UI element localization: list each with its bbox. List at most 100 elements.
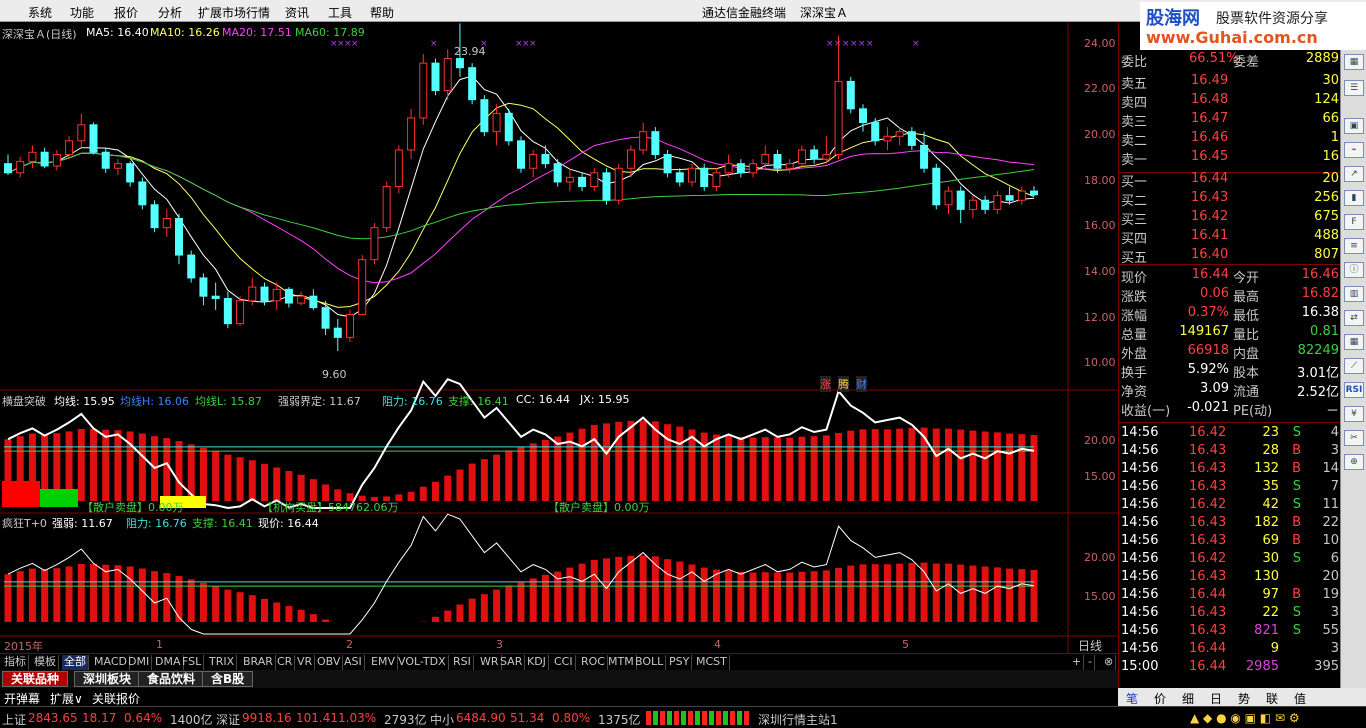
menu-analysis[interactable]: 分析 xyxy=(158,4,182,21)
indicator-tab[interactable]: VR xyxy=(295,655,316,670)
badge-cai[interactable]: 财 xyxy=(856,376,867,392)
rsi-icon[interactable]: RSI xyxy=(1344,382,1364,398)
server-name[interactable]: 深圳行情主站1 xyxy=(758,711,838,728)
candle-body xyxy=(932,167,941,206)
badge-teng[interactable]: 腾 xyxy=(838,376,849,392)
indicator-tab[interactable]: RSI xyxy=(451,655,474,670)
ind2-bar xyxy=(945,563,952,622)
quote-view-tab[interactable]: 细 xyxy=(1182,690,1194,707)
indicator-tab[interactable]: PSY xyxy=(667,655,693,670)
signal-mark: × xyxy=(430,39,438,49)
grid-icon[interactable]: ▦ xyxy=(1344,54,1364,70)
tab-sz-sector[interactable]: 深圳板块 xyxy=(74,671,141,687)
tab-bshare[interactable]: 含B股 xyxy=(202,671,254,687)
indicator-tab[interactable]: DMA xyxy=(153,655,184,670)
zoom-out-button[interactable]: - xyxy=(1086,655,1095,670)
quote-view-tab[interactable]: 价 xyxy=(1154,690,1166,707)
candle-body xyxy=(944,190,953,206)
kline-icon[interactable]: ▮ xyxy=(1344,190,1364,206)
menu-help[interactable]: 帮助 xyxy=(370,4,394,21)
sell-volume: 124 xyxy=(1314,92,1339,107)
tick-price: 16.43 xyxy=(1189,605,1227,620)
candle-body xyxy=(370,227,379,261)
extend-button[interactable]: 扩展∨ xyxy=(50,690,83,707)
close-indicator-button[interactable]: ⊗ xyxy=(1102,655,1117,670)
info-icon[interactable]: ⓘ xyxy=(1344,262,1364,278)
menu-info[interactable]: 资讯 xyxy=(285,4,309,21)
sh-name[interactable]: 上证 xyxy=(2,711,26,728)
quote-view-tab[interactable]: 值 xyxy=(1294,690,1306,707)
indicator-tab[interactable]: BRAR xyxy=(241,655,276,670)
candle-body xyxy=(113,163,122,169)
ind1-bar xyxy=(859,429,867,501)
stat-value: 2.52亿 xyxy=(1297,385,1339,400)
signal-mark: × xyxy=(842,39,850,49)
news-icon[interactable]: ≡ xyxy=(1344,238,1364,254)
compare-icon[interactable]: ⇄ xyxy=(1344,310,1364,326)
y-tick: 22.00 xyxy=(1084,82,1116,95)
window-icon[interactable]: ▣ xyxy=(1344,118,1364,134)
finance-icon[interactable]: F xyxy=(1344,214,1364,230)
indicator-tab[interactable]: CR xyxy=(275,655,296,670)
chart-area[interactable]: × × × × × × × × × × × × × × × × xyxy=(0,22,1118,653)
indicator-tab[interactable]: CCI xyxy=(552,655,576,670)
indicator-tab[interactable]: ASI xyxy=(342,655,365,670)
badge-zhang[interactable]: 涨 xyxy=(820,376,831,392)
zoom-in-button[interactable]: + xyxy=(1070,655,1085,670)
menu-ext-market[interactable]: 扩展市场行情 xyxy=(198,4,270,21)
ind1-name[interactable]: 横盘突破 xyxy=(2,393,46,409)
scissors-icon[interactable]: ✂ xyxy=(1344,430,1364,446)
danmu-button[interactable]: 开弹幕 xyxy=(4,690,40,707)
indicator-tab[interactable]: 指标 xyxy=(2,655,29,670)
ind2-name[interactable]: 疯狂T+0 xyxy=(2,515,47,531)
menu-quote[interactable]: 报价 xyxy=(114,4,138,21)
menu-tools[interactable]: 工具 xyxy=(328,4,352,21)
indicator-tab[interactable]: VOL-TDX xyxy=(396,655,449,670)
tick-price: 16.43 xyxy=(1189,515,1227,530)
chart-icon[interactable]: ▥ xyxy=(1344,286,1364,302)
ind1-bar xyxy=(432,481,439,501)
sell-price: 16.47 xyxy=(1191,111,1229,126)
tick-side: S xyxy=(1292,605,1301,620)
candle-body xyxy=(859,108,867,124)
candle-body xyxy=(956,190,965,210)
time-chart-icon[interactable]: ⌁ xyxy=(1344,142,1364,158)
indicator-tab[interactable]: TRIX xyxy=(207,655,238,670)
trend-icon[interactable]: ↗ xyxy=(1344,166,1364,182)
stat-value: 0.06 xyxy=(1200,286,1229,301)
ind1-bar xyxy=(603,423,610,501)
indicator-tab[interactable]: ROC xyxy=(579,655,608,670)
indicator-tab[interactable]: OBV xyxy=(315,655,344,670)
quote-view-tab[interactable]: 势 xyxy=(1238,690,1250,707)
tab-related[interactable]: 关联品种 xyxy=(2,671,69,687)
quote-view-tab[interactable]: 日 xyxy=(1210,690,1222,707)
zoom-icon[interactable]: ⊕ xyxy=(1344,454,1364,470)
candle-body xyxy=(639,131,648,151)
line-chart-icon[interactable]: ⟋ xyxy=(1344,358,1364,374)
indicator-tab[interactable]: MCST xyxy=(694,655,730,670)
menu-function[interactable]: 功能 xyxy=(70,4,94,21)
tab-food[interactable]: 食品饮料 xyxy=(138,671,205,687)
sell-volume: 30 xyxy=(1322,73,1339,88)
related-quote-button[interactable]: 关联报价 xyxy=(92,690,140,707)
ind1-y-tick: 15.00 xyxy=(1084,470,1116,483)
indicator-tab[interactable]: MACD xyxy=(92,655,130,670)
sz-name[interactable]: 深证 xyxy=(216,711,240,728)
bar-chart-icon[interactable]: ▦ xyxy=(1344,334,1364,350)
list-icon[interactable]: ☰ xyxy=(1344,80,1364,96)
period-label[interactable]: 日线 xyxy=(1078,637,1102,654)
candle-body xyxy=(700,167,709,188)
quote-view-tab[interactable]: 笔 xyxy=(1126,690,1138,707)
indicator-tab[interactable]: EMV xyxy=(369,655,398,670)
indicator-tab[interactable]: DMI xyxy=(126,655,153,670)
calc-icon[interactable]: ¥ xyxy=(1344,406,1364,422)
zx-name[interactable]: 中小 xyxy=(430,711,454,728)
quote-view-tab[interactable]: 联 xyxy=(1266,690,1278,707)
indicator-tab[interactable]: 全部 xyxy=(62,655,89,670)
indicator-tab[interactable]: BOLL xyxy=(633,655,667,670)
indicator-tab[interactable]: SAR xyxy=(498,655,526,670)
indicator-tab[interactable]: 模板 xyxy=(32,655,59,670)
indicator-tab[interactable]: KDJ xyxy=(525,655,549,670)
indicator-tab[interactable]: FSL xyxy=(180,655,205,670)
menu-system[interactable]: 系统 xyxy=(28,4,52,21)
